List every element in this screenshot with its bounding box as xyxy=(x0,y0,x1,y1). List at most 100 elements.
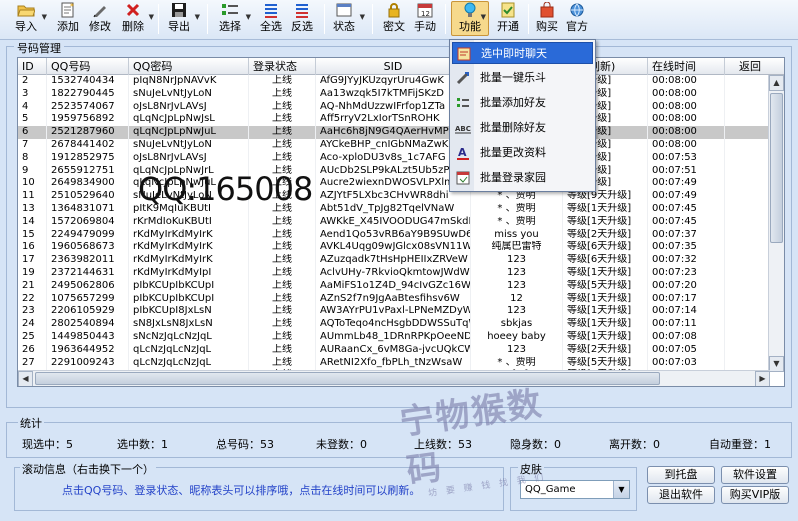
table-row[interactable]: 6 2521287960 qLqNcJpLpNwJuL 上线 AaHc6h8jN9G4Q… xyxy=(18,126,770,139)
table-row[interactable]: 7 2678441402 sNuJeLvNtJyLoN 上线 AYCkeBHP_cnIG… xyxy=(18,138,770,152)
buy-button[interactable]: 购买 xyxy=(533,2,561,37)
software-settings-button[interactable]: 软件设置 xyxy=(721,466,789,484)
add-friend-icon xyxy=(455,95,471,111)
cell-qq-password: qLcNzJqLcNzJqL xyxy=(129,343,249,357)
password-mask-button[interactable]: 密文 xyxy=(380,2,408,37)
table-row[interactable]: 9 2655912751 qLqNcJpLpNwJrL 上线 AUcDb2SLP9kAL… xyxy=(18,164,770,178)
select-button[interactable]: 选择 ▼ xyxy=(216,2,251,37)
table-row[interactable]: 23 2206105929 pIbKCUpI8JxLsN 上线 AW3AYrPU1vPa… xyxy=(18,305,770,319)
vertical-scroll-thumb[interactable] xyxy=(770,93,783,243)
menu-item-instant-chat[interactable]: 选中即时聊天 xyxy=(452,42,593,64)
table-row[interactable]: 8 1912852975 oJsL8NrJvLAVsJ 上线 Aco-xploDU3v8… xyxy=(18,151,770,165)
menu-item-batch-add-friend[interactable]: 批量添加好友 xyxy=(452,92,593,114)
menu-item-batch-delete-friend[interactable]: ABC 批量删除好友 xyxy=(452,117,593,139)
table-row[interactable]: 17 2363982011 rKdMyIrKdMyIrK 上线 AZuzqadk7tHs… xyxy=(18,254,770,267)
table-row[interactable]: 27 2291009243 qLcNzJqLcNzJqL 上线 ARetNI2Xfo_f… xyxy=(18,356,770,370)
invert-selection-button[interactable]: 反选 xyxy=(288,2,316,37)
edit-pen-icon xyxy=(91,2,109,18)
exit-button[interactable]: 退出软件 xyxy=(647,486,715,504)
select-all-button[interactable]: 全选 xyxy=(257,2,285,37)
to-tray-button[interactable]: 到托盘 xyxy=(647,466,715,484)
table-row[interactable]: 2 1532740434 pIqN8NrJpNAVvK 上线 AfG9JYyJKUzqy… xyxy=(18,75,770,88)
open-service-button[interactable]: 开通 xyxy=(494,2,522,37)
cell-login-status: 上线 xyxy=(249,279,316,293)
group-title: 号码管理 xyxy=(14,40,64,56)
table-row[interactable]: 25 1449850443 sNcNzJqLcNzJqL 上线 AUmmLb48_1DR… xyxy=(18,330,770,344)
cell-sid: AZJYtF5LXbc3CHvWR8dhi xyxy=(316,190,471,203)
cell-sid: AQToTeqo4ncHsgbDDWSSuTqW xyxy=(316,318,471,331)
column-header-sid[interactable]: SID xyxy=(316,58,471,75)
cell-level: 等级[9天升级] xyxy=(563,190,648,203)
table-row[interactable]: 21 2495062806 pIbKCUpIbKCUpI 上线 AaMiFS1o1Z4D… xyxy=(18,279,770,293)
cell-id: 2 xyxy=(18,75,47,88)
cell-online-time: 00:07:03 xyxy=(648,356,725,370)
cell-level: 等级[2天升级] xyxy=(563,228,648,242)
table-row[interactable]: 16 1960568673 rKdMyIrKdMyIrK 上线 AVKL4Uqg09wJ… xyxy=(18,241,770,255)
skin-select[interactable]: QQ_Game ▼ xyxy=(520,480,630,499)
table-row[interactable]: 24 2802540894 sN8JxLsN8JxLsN 上线 AQToTeqo4ncH… xyxy=(18,318,770,331)
cell-sid: AfG9JYyJKUzqyrUru4GwK xyxy=(316,75,471,88)
status-button[interactable]: 状态 ▼ xyxy=(330,2,365,37)
scroll-right-icon[interactable]: ▶ xyxy=(755,371,770,386)
table-row[interactable]: 13 1364831071 pItK9MqIuKBUtI 上线 Abt51dV_TpJg… xyxy=(18,202,770,216)
scroll-up-icon[interactable]: ▲ xyxy=(769,75,784,91)
export-button[interactable]: 导出 ▼ xyxy=(165,2,200,37)
scroll-info-text[interactable]: 点击QQ号码、登录状态、昵称表头可以排序哦，点击在线时间可以刷新。 xyxy=(62,482,420,498)
lock-icon xyxy=(385,2,403,18)
menu-item-batch-edit-profile[interactable]: A 批量更改资料 xyxy=(452,142,593,164)
cell-qq-number: 1960568673 xyxy=(47,241,129,255)
accounts-table[interactable]: ID QQ号码 QQ密码 登录状态 SID 点击刷新) 在线时间 返回 2153… xyxy=(17,57,785,387)
cell-id: 19 xyxy=(18,266,47,280)
cell-login-status: 上线 xyxy=(249,254,316,267)
status-window-icon xyxy=(335,2,353,18)
table-row[interactable]: 11 2510529640 sNuJeLvNtJyLoN 上线 AZJYtF5LXbc3… xyxy=(18,190,770,203)
horizontal-scroll-thumb[interactable] xyxy=(35,372,660,385)
column-header-id[interactable]: ID xyxy=(18,58,47,75)
cell-qq-number: 2655912751 xyxy=(47,164,129,178)
buy-vip-button[interactable]: 购买VIP版 xyxy=(721,486,789,504)
cell-sid: Aff5rryV2LxIorTSnROHK xyxy=(316,113,471,127)
cell-sid: AQ-NhMdUzzwIFrfop1ZTa xyxy=(316,100,471,114)
table-row[interactable]: 10 2649834900 qLqNcJpLpNwJuL 上线 Aucre2wiexnD… xyxy=(18,177,770,191)
column-header-qq-number[interactable]: QQ号码 xyxy=(47,58,129,75)
column-header-qq-password[interactable]: QQ密码 xyxy=(129,58,249,75)
scroll-down-icon[interactable]: ▼ xyxy=(769,356,784,372)
table-row[interactable]: 26 1963644952 qLcNzJqLcNzJqL 上线 AURaanCx_6vM… xyxy=(18,343,770,357)
official-site-button[interactable]: 官方 xyxy=(563,2,591,37)
table-row[interactable]: 19 2372144631 rKdMyIrKdMyIpI 上线 AclvUHy-7Rkv… xyxy=(18,266,770,280)
cell-sid: AZuzqadk7tHsHpHEIIxZRVeW xyxy=(316,254,471,267)
cell-qq-number: 1532740434 xyxy=(47,75,129,88)
table-row[interactable]: 14 1572069804 rKrMdIoKuKBUtI 上线 AWKkE_X45IVO… xyxy=(18,215,770,229)
import-button[interactable]: 导入 ▼ xyxy=(12,2,47,37)
online-count-stat: 上线数：53 xyxy=(414,438,472,451)
table-row[interactable]: 4 2523574067 oJsL8NrJvLAVsJ 上线 AQ-NhMdUzzwIF… xyxy=(18,100,770,114)
table-row[interactable]: 22 1075657299 pIbKCUpIbKCUpI 上线 AZnS2f7n9JgA… xyxy=(18,292,770,306)
column-header-return[interactable]: 返回 xyxy=(725,58,784,75)
functions-menu-button[interactable]: 功能 ▼ xyxy=(451,1,489,36)
delete-button[interactable]: 删除 ▼ xyxy=(119,2,154,37)
add-button[interactable]: * 添加 xyxy=(54,2,82,37)
cell-login-status: 上线 xyxy=(249,190,316,203)
cell-id: 6 xyxy=(18,126,47,139)
vertical-scrollbar[interactable]: ▲ ▼ xyxy=(768,75,784,372)
cell-qq-number: 1822790445 xyxy=(47,87,129,101)
table-row[interactable]: 15 2249479099 rKdMyIrKdMyIrK 上线 Aend1Qo53vRB… xyxy=(18,228,770,242)
column-header-online-time[interactable]: 在线时间 xyxy=(648,58,725,75)
cell-qq-number: 2802540894 xyxy=(47,318,129,331)
cell-id: 5 xyxy=(18,113,47,127)
cell-level: 等级[5天升级] xyxy=(563,356,648,370)
cell-online-time: 00:08:00 xyxy=(648,100,725,114)
table-row[interactable]: 5 1959756892 qLqNcJpLpNwJsL 上线 Aff5rryV2LxIo… xyxy=(18,113,770,127)
chevron-down-icon[interactable]: ▼ xyxy=(613,481,629,498)
menu-item-batch-home-login[interactable]: 批量登录家园 xyxy=(452,167,593,189)
edit-button[interactable]: 修改 xyxy=(86,2,114,37)
column-header-login-status[interactable]: 登录状态 xyxy=(249,58,316,75)
horizontal-scrollbar[interactable]: ◀ ▶ xyxy=(18,370,770,386)
manual-button[interactable]: 12 手动 xyxy=(411,2,439,37)
scroll-left-icon[interactable]: ◀ xyxy=(18,371,33,386)
cell-id: 8 xyxy=(18,151,47,165)
cell-sid: AWKkE_X45IVOODUG47mSkdKW xyxy=(316,215,471,229)
menu-item-batch-fight[interactable]: 批量一键乐斗 xyxy=(452,67,593,89)
cell-login-status: 上线 xyxy=(249,356,316,370)
table-row[interactable]: 3 1822790445 sNuJeLvNtJyLoN 上线 Aa13wzqk5I7kT… xyxy=(18,87,770,101)
